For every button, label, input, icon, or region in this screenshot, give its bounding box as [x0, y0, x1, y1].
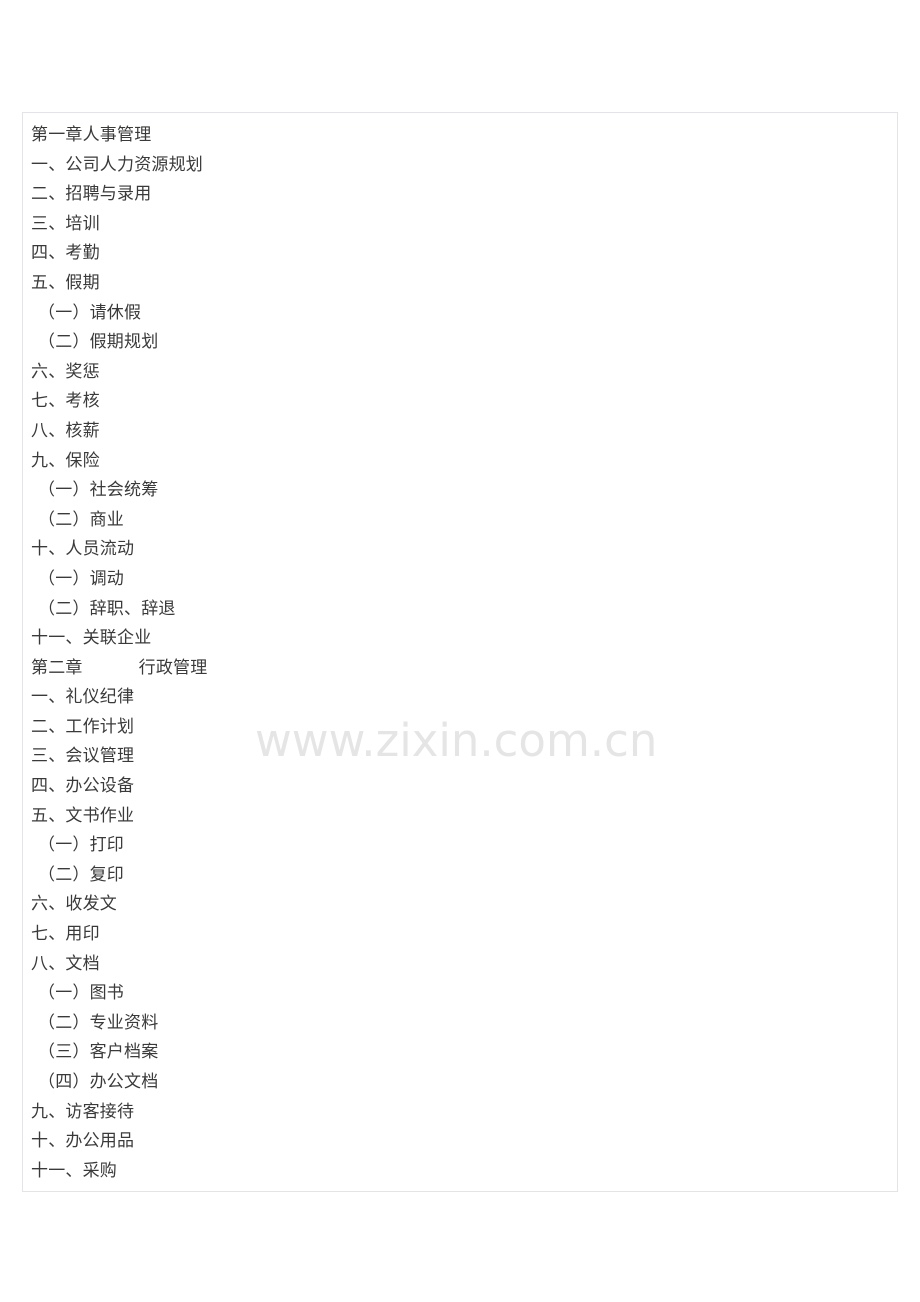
outline-item: 十、人员流动 [31, 539, 135, 560]
outline-item: 七、考核 [31, 391, 100, 412]
outline-item: （一）社会统筹 [38, 480, 159, 501]
outline-item: 三、会议管理 [31, 746, 135, 767]
outline-item: （二）辞职、辞退 [38, 598, 176, 619]
outline-item: 八、文档 [31, 953, 100, 974]
chapter-heading: 第二章 行政管理 [31, 657, 208, 678]
outline-item: 二、招聘与录用 [31, 184, 152, 205]
table-of-contents: 第一章人事管理一、公司人力资源规划 二、招聘与录用 三、培训四、考勤五、假期 （一）请… [31, 121, 889, 1186]
document-page-frame: www.zixin.com.cn 第一章人事管理 一、公司人力资源规划 二、招聘与录… [22, 112, 898, 1192]
outline-item: （四）办公文档 [38, 1072, 159, 1092]
outline-item: 六、奖惩 [31, 361, 100, 382]
outline-item: 一、礼仪纪律 [31, 687, 135, 708]
outline-item: 二、工作计划 [31, 716, 135, 737]
outline-item: 四、办公设备 [31, 776, 135, 797]
outline-item: （二）商业 [38, 509, 124, 530]
chapter-heading: 第一章人事管理 [31, 125, 152, 145]
outline-item: （二）专业资料 [38, 1012, 159, 1033]
outline-item: 七、用印 [31, 924, 100, 945]
outline-item: 六、收发文 [31, 894, 117, 915]
outline-item: 四、考勤 [31, 243, 100, 264]
outline-item: （二）复印 [38, 864, 124, 885]
outline-item: 九、访客接待 [31, 1101, 135, 1122]
outline-item: （三）客户档案 [38, 1042, 159, 1063]
outline-item: （一）调动 [38, 568, 124, 589]
outline-item: （一）打印 [38, 835, 124, 856]
outline-item: 十一、关联企业 [31, 628, 152, 649]
outline-item: （一）请休假 [38, 302, 142, 323]
outline-item: 三、培训 [31, 213, 100, 234]
outline-item: （一）图书 [38, 983, 124, 1004]
outline-item: 一、公司人力资源规划 [31, 154, 203, 175]
outline-item: 八、核薪 [31, 420, 100, 441]
outline-item: （二）假期规划 [38, 332, 159, 353]
outline-item: 十、办公用品 [31, 1131, 135, 1152]
outline-item: 九、保险 [31, 450, 100, 471]
outline-item: 十一、采购 [31, 1160, 117, 1181]
outline-item: 五、文书作业 [31, 805, 135, 826]
outline-item: 五、假期 [31, 272, 100, 293]
